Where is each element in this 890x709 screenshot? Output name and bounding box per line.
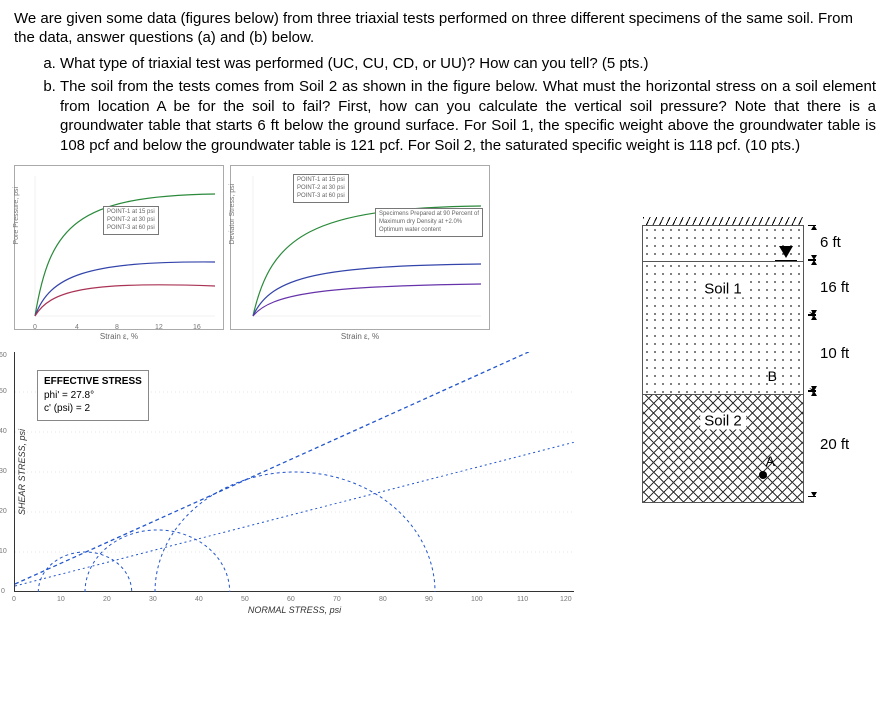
- chart-mohr: SHEAR STRESS, psi: [14, 352, 574, 592]
- dev-note-box: Specimens Prepared at 90 Percent of Maxi…: [375, 208, 483, 237]
- dim-20ft: 20 ft: [820, 436, 849, 453]
- mohr-legend: EFFECTIVE STRESS phi' = 27.8° c' (psi) =…: [37, 370, 149, 421]
- chart-deviator: Deviator Stress, psi POINT-1 at 15 psi P…: [230, 165, 490, 330]
- pore-legend-1: POINT-1 at 15 psi: [107, 209, 155, 217]
- question-b: The soil from the tests comes from Soil …: [60, 77, 876, 155]
- mohr-legend-l1: phi' = 27.8°: [44, 389, 142, 403]
- myt2: 20: [0, 508, 7, 515]
- ptx0: 0: [33, 324, 37, 331]
- dev-note1: Specimens Prepared at 90 Percent of: [379, 211, 479, 219]
- mxt7: 70: [333, 596, 341, 603]
- mohr-xlabel: NORMAL STRESS, psi: [248, 605, 341, 615]
- myt4: 40: [0, 428, 7, 435]
- point-a-label: A: [766, 453, 775, 469]
- point-b-label: B: [768, 368, 777, 384]
- pore-ylabel: Pore Pressure, psi: [13, 186, 20, 244]
- question-list: What type of triaxial test was performed…: [14, 54, 876, 156]
- myt0: 0: [1, 588, 5, 595]
- soil-profile: Soil 1 B Soil 2 A 6 ft 16 ft ✶: [642, 225, 888, 503]
- problem-intro: We are given some data (figures below) f…: [14, 10, 876, 48]
- mxt2: 20: [103, 596, 111, 603]
- chart-pore-pressure: Pore Pressure, psi POINT-1 at 15 psi: [14, 165, 224, 330]
- soil2-label: Soil 2: [700, 412, 746, 429]
- ptx2: 4: [75, 324, 79, 331]
- pore-legend-2: POINT-2 at 30 psi: [107, 217, 155, 225]
- dim-6ft: 6 ft: [820, 234, 841, 251]
- mohr-ylabel: SHEAR STRESS, psi: [17, 428, 27, 514]
- dim-bar-icon: [808, 260, 816, 315]
- dim-bar-icon: [808, 315, 816, 391]
- dev-leg1: POINT-1 at 15 psi: [297, 177, 345, 185]
- mxt1: 10: [57, 596, 65, 603]
- dev-leg2: POINT-2 at 30 psi: [297, 185, 345, 193]
- point-a-marker-icon: [759, 471, 767, 479]
- dev-xlabel: Strain ε, %: [341, 332, 379, 341]
- dimension-column: 6 ft 16 ft ✶ 10 ft ✶ 20 ft: [808, 225, 849, 497]
- dev-note2: Maximum dry Density at +2.0%: [379, 219, 479, 227]
- mxt9: 90: [425, 596, 433, 603]
- mxt3: 30: [149, 596, 157, 603]
- layer-soil1-upper: Soil 1: [643, 261, 803, 316]
- dim-bar-icon: [808, 225, 816, 260]
- dev-leg3: POINT-3 at 60 psi: [297, 193, 345, 201]
- ptx4: 8: [115, 324, 119, 331]
- mxt10: 100: [471, 596, 483, 603]
- mxt6: 60: [287, 596, 295, 603]
- mxt4: 40: [195, 596, 203, 603]
- question-b-text: The soil from the tests comes from Soil …: [60, 78, 876, 154]
- dim-16ft: 16 ft: [820, 279, 849, 296]
- pore-legend: POINT-1 at 15 psi POINT-2 at 30 psi POIN…: [103, 206, 159, 235]
- mxt0: 0: [12, 596, 16, 603]
- myt6: 60: [0, 352, 7, 359]
- soil-column: Soil 1 B Soil 2 A: [642, 225, 804, 503]
- question-a: What type of triaxial test was performed…: [60, 54, 876, 74]
- dev-legend-tr: POINT-1 at 15 psi POINT-2 at 30 psi POIN…: [293, 174, 349, 203]
- mohr-legend-hd: EFFECTIVE STRESS: [44, 375, 142, 389]
- layer-above-gw: [643, 226, 803, 261]
- question-a-text: What type of triaxial test was performed…: [60, 55, 649, 72]
- mxt12: 120: [560, 596, 572, 603]
- mohr-legend-l2: c' (psi) = 2: [44, 402, 142, 416]
- myt5: 50: [0, 388, 7, 395]
- mxt5: 50: [241, 596, 249, 603]
- dim-bar-icon: [808, 391, 816, 497]
- soil1-label: Soil 1: [700, 281, 746, 298]
- ground-surface-icon: [643, 217, 803, 225]
- myt1: 10: [0, 548, 7, 555]
- dev-note3: Optimum water content: [379, 227, 479, 235]
- water-table-icon: [779, 246, 793, 258]
- layer-soil2: Soil 2 A: [643, 394, 803, 502]
- pore-xlabel: Strain ε, %: [100, 332, 138, 341]
- dev-ylabel: Deviator Stress, psi: [229, 183, 236, 244]
- layer-soil1-lower: B: [643, 316, 803, 394]
- mxt11: 110: [517, 596, 528, 603]
- ptx6: 12: [155, 324, 163, 331]
- mxt8: 80: [379, 596, 387, 603]
- ptx8: 16: [193, 324, 201, 331]
- dim-10ft: 10 ft: [820, 345, 849, 362]
- pore-legend-3: POINT-3 at 60 psi: [107, 225, 155, 233]
- myt3: 30: [0, 468, 7, 475]
